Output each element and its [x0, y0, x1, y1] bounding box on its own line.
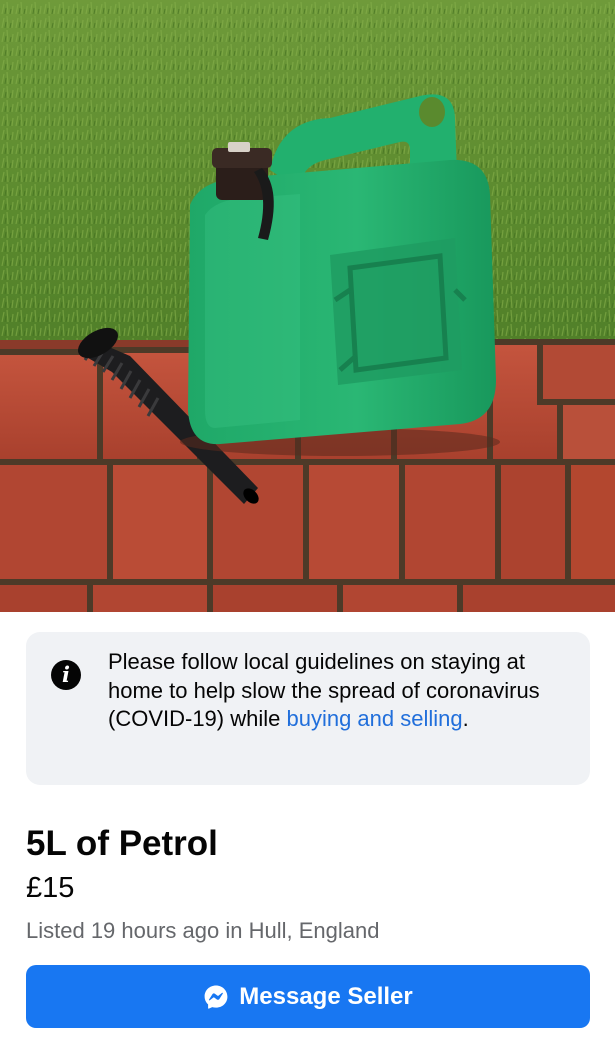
notice-message-end: . [462, 706, 469, 731]
covid-notice-text: Please follow local guidelines on stayin… [108, 648, 576, 734]
listing-price: £15 [26, 872, 75, 904]
listing-photo[interactable] [0, 0, 615, 612]
message-seller-label: Message Seller [239, 982, 413, 1010]
messenger-icon [203, 984, 229, 1010]
listing-meta: Listed 19 hours ago in Hull, England [26, 918, 380, 943]
message-seller-button[interactable]: Message Seller [26, 965, 590, 1028]
buying-and-selling-link[interactable]: buying and selling [286, 706, 462, 731]
listing-title: 5L of Petrol [26, 824, 218, 863]
covid-notice-card: i Please follow local guidelines on stay… [26, 632, 590, 785]
info-icon: i [51, 660, 81, 690]
